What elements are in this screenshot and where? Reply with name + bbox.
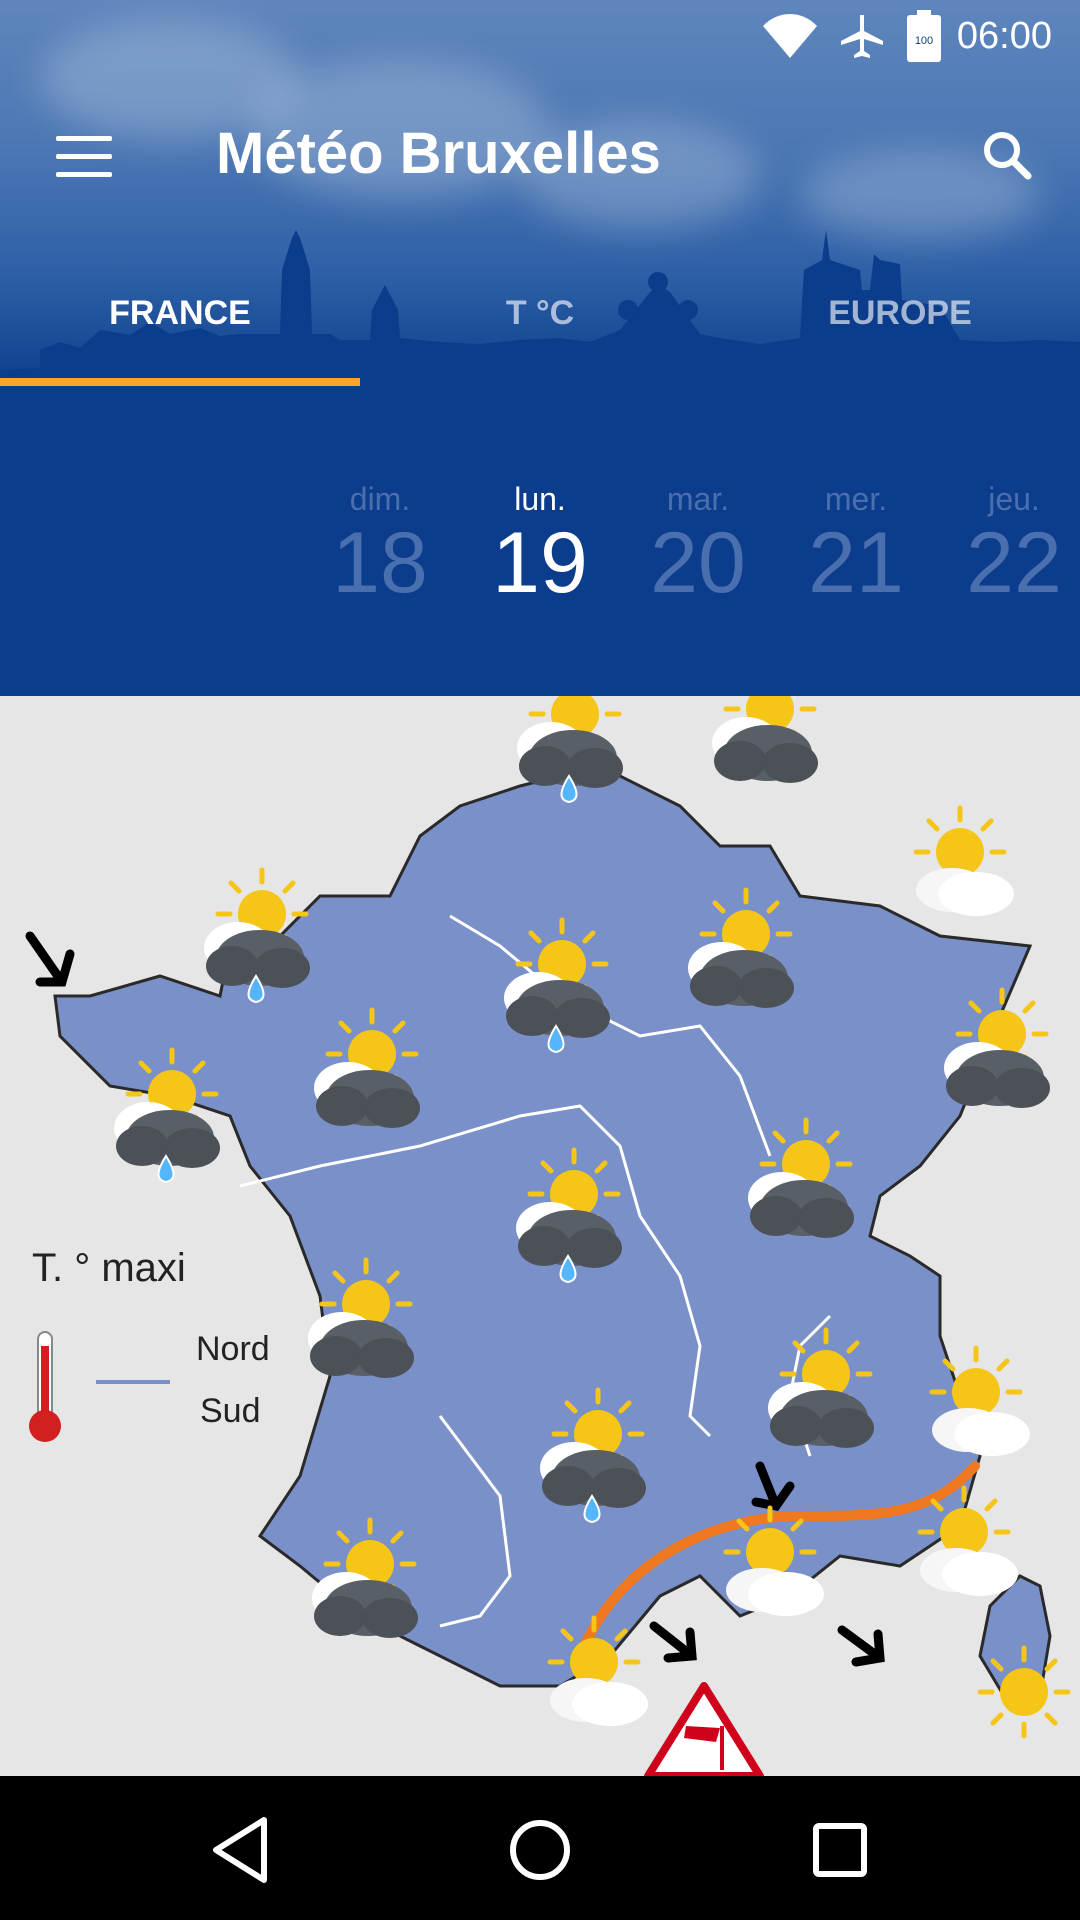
status-bar: 100 06:00	[0, 0, 1080, 72]
app-toolbar: Météo Bruxelles	[0, 96, 1080, 216]
sun-icon	[980, 1648, 1068, 1736]
legend-nord-label: Nord	[196, 1330, 270, 1368]
hamburger-menu-icon[interactable]	[40, 122, 126, 192]
weather-map[interactable]: T. ° maxi Nord Sud	[0, 696, 1080, 1776]
tab-bar: FRANCE T °C EUROPE	[0, 270, 1080, 386]
day-tuesday[interactable]: mar. 20	[618, 480, 778, 608]
svg-text:100: 100	[915, 35, 933, 47]
system-navigation-bar	[0, 1776, 1080, 1920]
cloudy-sun-icon	[712, 696, 818, 783]
legend-sud-label: Sud	[200, 1392, 261, 1430]
airplane-mode-icon	[839, 13, 885, 59]
wind-warning-sign	[644, 1682, 764, 1776]
app-header: 100 06:00 Météo Bruxelles FRANCE T °C EU…	[0, 0, 1080, 696]
search-icon[interactable]	[972, 120, 1044, 192]
app-title: Météo Bruxelles	[216, 121, 661, 186]
tab-temperature[interactable]: T °C	[360, 270, 720, 386]
day-monday[interactable]: lun. 19	[460, 480, 620, 608]
day-selector: dim. 18 lun. 19 mar. 20 mer. 21 jeu. 22	[0, 480, 1080, 620]
tab-indicator	[0, 378, 360, 386]
day-thursday[interactable]: jeu. 22	[934, 480, 1080, 608]
tab-europe[interactable]: EUROPE	[720, 270, 1080, 386]
day-wednesday[interactable]: mer. 21	[776, 480, 936, 608]
sun-cloud-icon	[916, 808, 1014, 916]
legend-title: T. ° maxi	[32, 1246, 186, 1290]
france-weather-map-graphic	[25, 696, 1080, 1776]
day-sunday[interactable]: dim. 18	[300, 480, 460, 608]
status-time: 06:00	[956, 14, 1052, 57]
home-icon[interactable]	[480, 1812, 600, 1888]
battery-icon: 100	[906, 10, 941, 62]
back-icon[interactable]	[180, 1812, 300, 1888]
recents-icon[interactable]	[780, 1812, 900, 1888]
wifi-icon	[762, 14, 817, 58]
tab-france[interactable]: FRANCE	[0, 270, 360, 386]
temperature-legend	[29, 1331, 170, 1442]
